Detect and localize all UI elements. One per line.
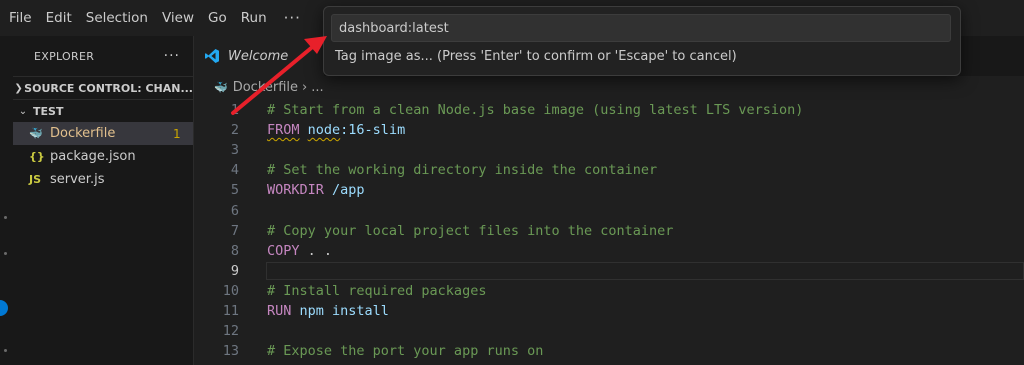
annotation-arrow <box>231 36 327 115</box>
